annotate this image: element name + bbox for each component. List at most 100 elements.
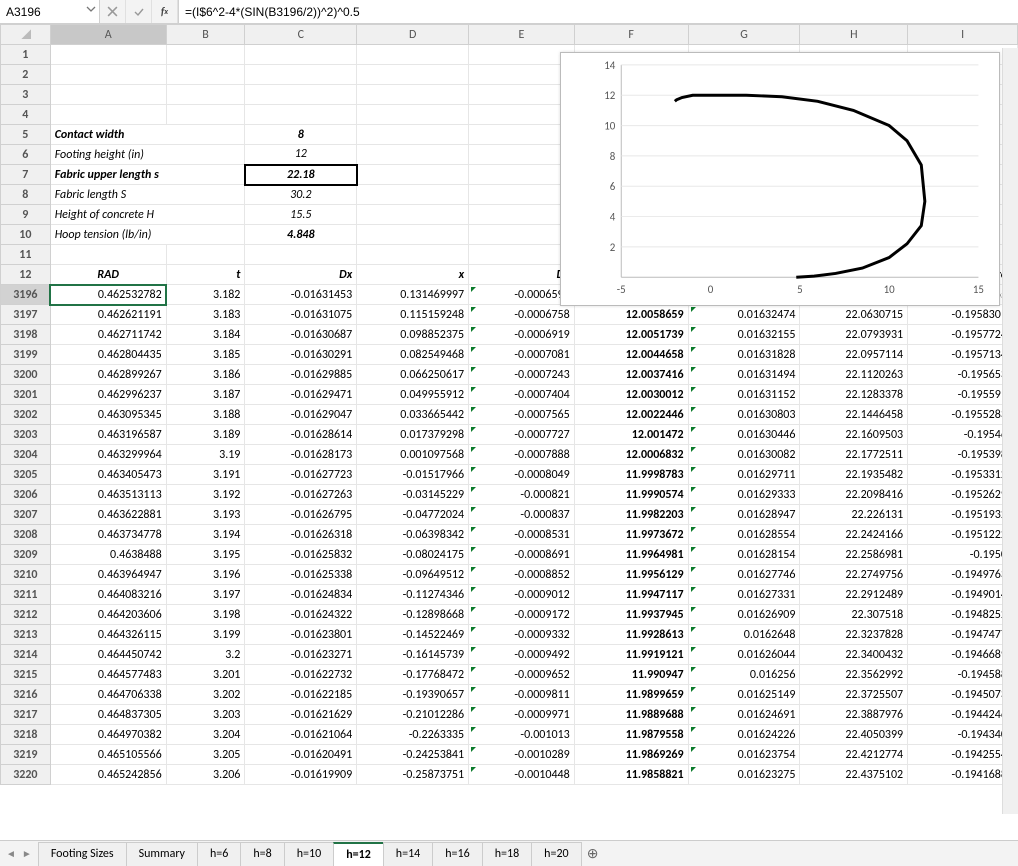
formula-input[interactable] <box>185 5 1012 19</box>
cell[interactable]: -0.06398342 <box>357 525 469 545</box>
col-header-B[interactable]: B <box>166 25 245 45</box>
cell[interactable]: -0.16145739 <box>357 645 469 665</box>
cell[interactable]: 3.193 <box>166 505 245 525</box>
table-column-header[interactable]: t <box>166 265 245 285</box>
cell[interactable]: -0.000821 <box>469 485 575 505</box>
cell[interactable]: 0.463405473 <box>50 465 166 485</box>
cell[interactable]: 11.9899659 <box>574 685 688 705</box>
cell[interactable]: 3.195 <box>166 545 245 565</box>
cell[interactable] <box>357 65 469 85</box>
row-header[interactable]: 3211 <box>1 585 51 605</box>
cell[interactable]: -0.03145229 <box>357 485 469 505</box>
cell[interactable]: 0.463964947 <box>50 565 166 585</box>
cell[interactable]: 22.3887976 <box>800 705 908 725</box>
param-value[interactable]: 8 <box>245 125 357 145</box>
row-header[interactable]: 3201 <box>1 385 51 405</box>
cell[interactable] <box>469 165 575 185</box>
cell[interactable] <box>166 105 245 125</box>
row-header[interactable]: 3204 <box>1 445 51 465</box>
cell[interactable]: -0.0007243 <box>469 365 575 385</box>
cell[interactable]: 3.186 <box>166 365 245 385</box>
col-header-F[interactable]: F <box>574 25 688 45</box>
cell[interactable]: 22.1446458 <box>800 405 908 425</box>
cell[interactable]: 0.01630446 <box>688 425 800 445</box>
cell[interactable]: 0.01623275 <box>688 765 800 785</box>
cell[interactable]: 0.01628947 <box>688 505 800 525</box>
cell[interactable]: 0.01625149 <box>688 685 800 705</box>
cell[interactable]: 0.098852375 <box>357 325 469 345</box>
cell[interactable]: -0.01619909 <box>245 765 357 785</box>
row-header[interactable]: 12 <box>1 265 51 285</box>
param-value[interactable]: 12 <box>245 145 357 165</box>
row-header[interactable]: 3202 <box>1 405 51 425</box>
cell[interactable]: 12.0037416 <box>574 365 688 385</box>
cell[interactable] <box>469 185 575 205</box>
cell[interactable]: 0.01629333 <box>688 485 800 505</box>
cell[interactable]: 0.01629711 <box>688 465 800 485</box>
cell[interactable]: -0.01624322 <box>245 605 357 625</box>
cell[interactable]: 22.2749756 <box>800 565 908 585</box>
cell[interactable]: 11.9858821 <box>574 765 688 785</box>
cell[interactable]: 3.196 <box>166 565 245 585</box>
sheet-tab[interactable]: Summary <box>126 842 198 866</box>
cell[interactable]: 0.049955912 <box>357 385 469 405</box>
cell[interactable]: -0.12898668 <box>357 605 469 625</box>
cell[interactable]: 0.463622881 <box>50 505 166 525</box>
row-header[interactable]: 3214 <box>1 645 51 665</box>
cell[interactable] <box>357 245 469 265</box>
column-headers[interactable]: A B C D E F G H I <box>1 25 1018 45</box>
cell[interactable] <box>50 65 166 85</box>
cell[interactable]: 3.185 <box>166 345 245 365</box>
cell[interactable]: 11.9982203 <box>574 505 688 525</box>
cell[interactable]: 11.9956129 <box>574 565 688 585</box>
cell[interactable]: -0.0009332 <box>469 625 575 645</box>
cell[interactable] <box>469 225 575 245</box>
cell[interactable] <box>357 45 469 65</box>
cell[interactable]: 0.01628554 <box>688 525 800 545</box>
param-label[interactable]: Fabric upper length s <box>50 165 245 185</box>
cell[interactable]: 22.1772511 <box>800 445 908 465</box>
cell[interactable]: -0.0006596 <box>469 285 575 305</box>
cell[interactable]: -0.0007727 <box>469 425 575 445</box>
cell[interactable]: 0.01626909 <box>688 605 800 625</box>
row-header[interactable]: 1 <box>1 45 51 65</box>
cell[interactable]: -0.0009012 <box>469 585 575 605</box>
cell[interactable]: 0.464706338 <box>50 685 166 705</box>
cell[interactable]: 11.9919121 <box>574 645 688 665</box>
cell[interactable]: 3.199 <box>166 625 245 645</box>
cell[interactable] <box>469 125 575 145</box>
cell[interactable]: 3.197 <box>166 585 245 605</box>
row-header[interactable]: 3212 <box>1 605 51 625</box>
worksheet[interactable]: A B C D E F G H I 12345Contact width86Fo… <box>0 24 1018 840</box>
cell[interactable]: -0.01630687 <box>245 325 357 345</box>
vertical-scrollbar[interactable] <box>1002 48 1018 814</box>
cell[interactable]: 0.017379298 <box>357 425 469 445</box>
cell[interactable]: 12.0051739 <box>574 325 688 345</box>
cell[interactable]: 11.9990574 <box>574 485 688 505</box>
cell[interactable]: -0.0010289 <box>469 745 575 765</box>
cell[interactable]: 22.1283378 <box>800 385 908 405</box>
cell[interactable] <box>469 85 575 105</box>
cell[interactable]: 22.1935482 <box>800 465 908 485</box>
cell[interactable]: 11.9889688 <box>574 705 688 725</box>
cell[interactable]: -0.01517966 <box>357 465 469 485</box>
col-header-C[interactable]: C <box>245 25 357 45</box>
param-label[interactable]: Hoop tension (lb/in) <box>50 225 245 245</box>
row-header[interactable]: 4 <box>1 105 51 125</box>
cell[interactable]: 3.187 <box>166 385 245 405</box>
param-value[interactable]: 30.2 <box>245 185 357 205</box>
cell[interactable]: -0.01622732 <box>245 665 357 685</box>
cell[interactable]: 22.0793931 <box>800 325 908 345</box>
row-header[interactable]: 6 <box>1 145 51 165</box>
cell[interactable]: 0.463095345 <box>50 405 166 425</box>
cell[interactable]: 12.001472 <box>574 425 688 445</box>
cell[interactable]: -0.0009172 <box>469 605 575 625</box>
cell[interactable]: 22.2424166 <box>800 525 908 545</box>
cell[interactable]: -0.01629471 <box>245 385 357 405</box>
row-header[interactable]: 3208 <box>1 525 51 545</box>
tab-nav-next-icon[interactable]: ► <box>22 847 32 860</box>
cell[interactable]: -0.0009492 <box>469 645 575 665</box>
row-header[interactable]: 3210 <box>1 565 51 585</box>
cell[interactable]: -0.0009971 <box>469 705 575 725</box>
cell[interactable]: -0.01627723 <box>245 465 357 485</box>
